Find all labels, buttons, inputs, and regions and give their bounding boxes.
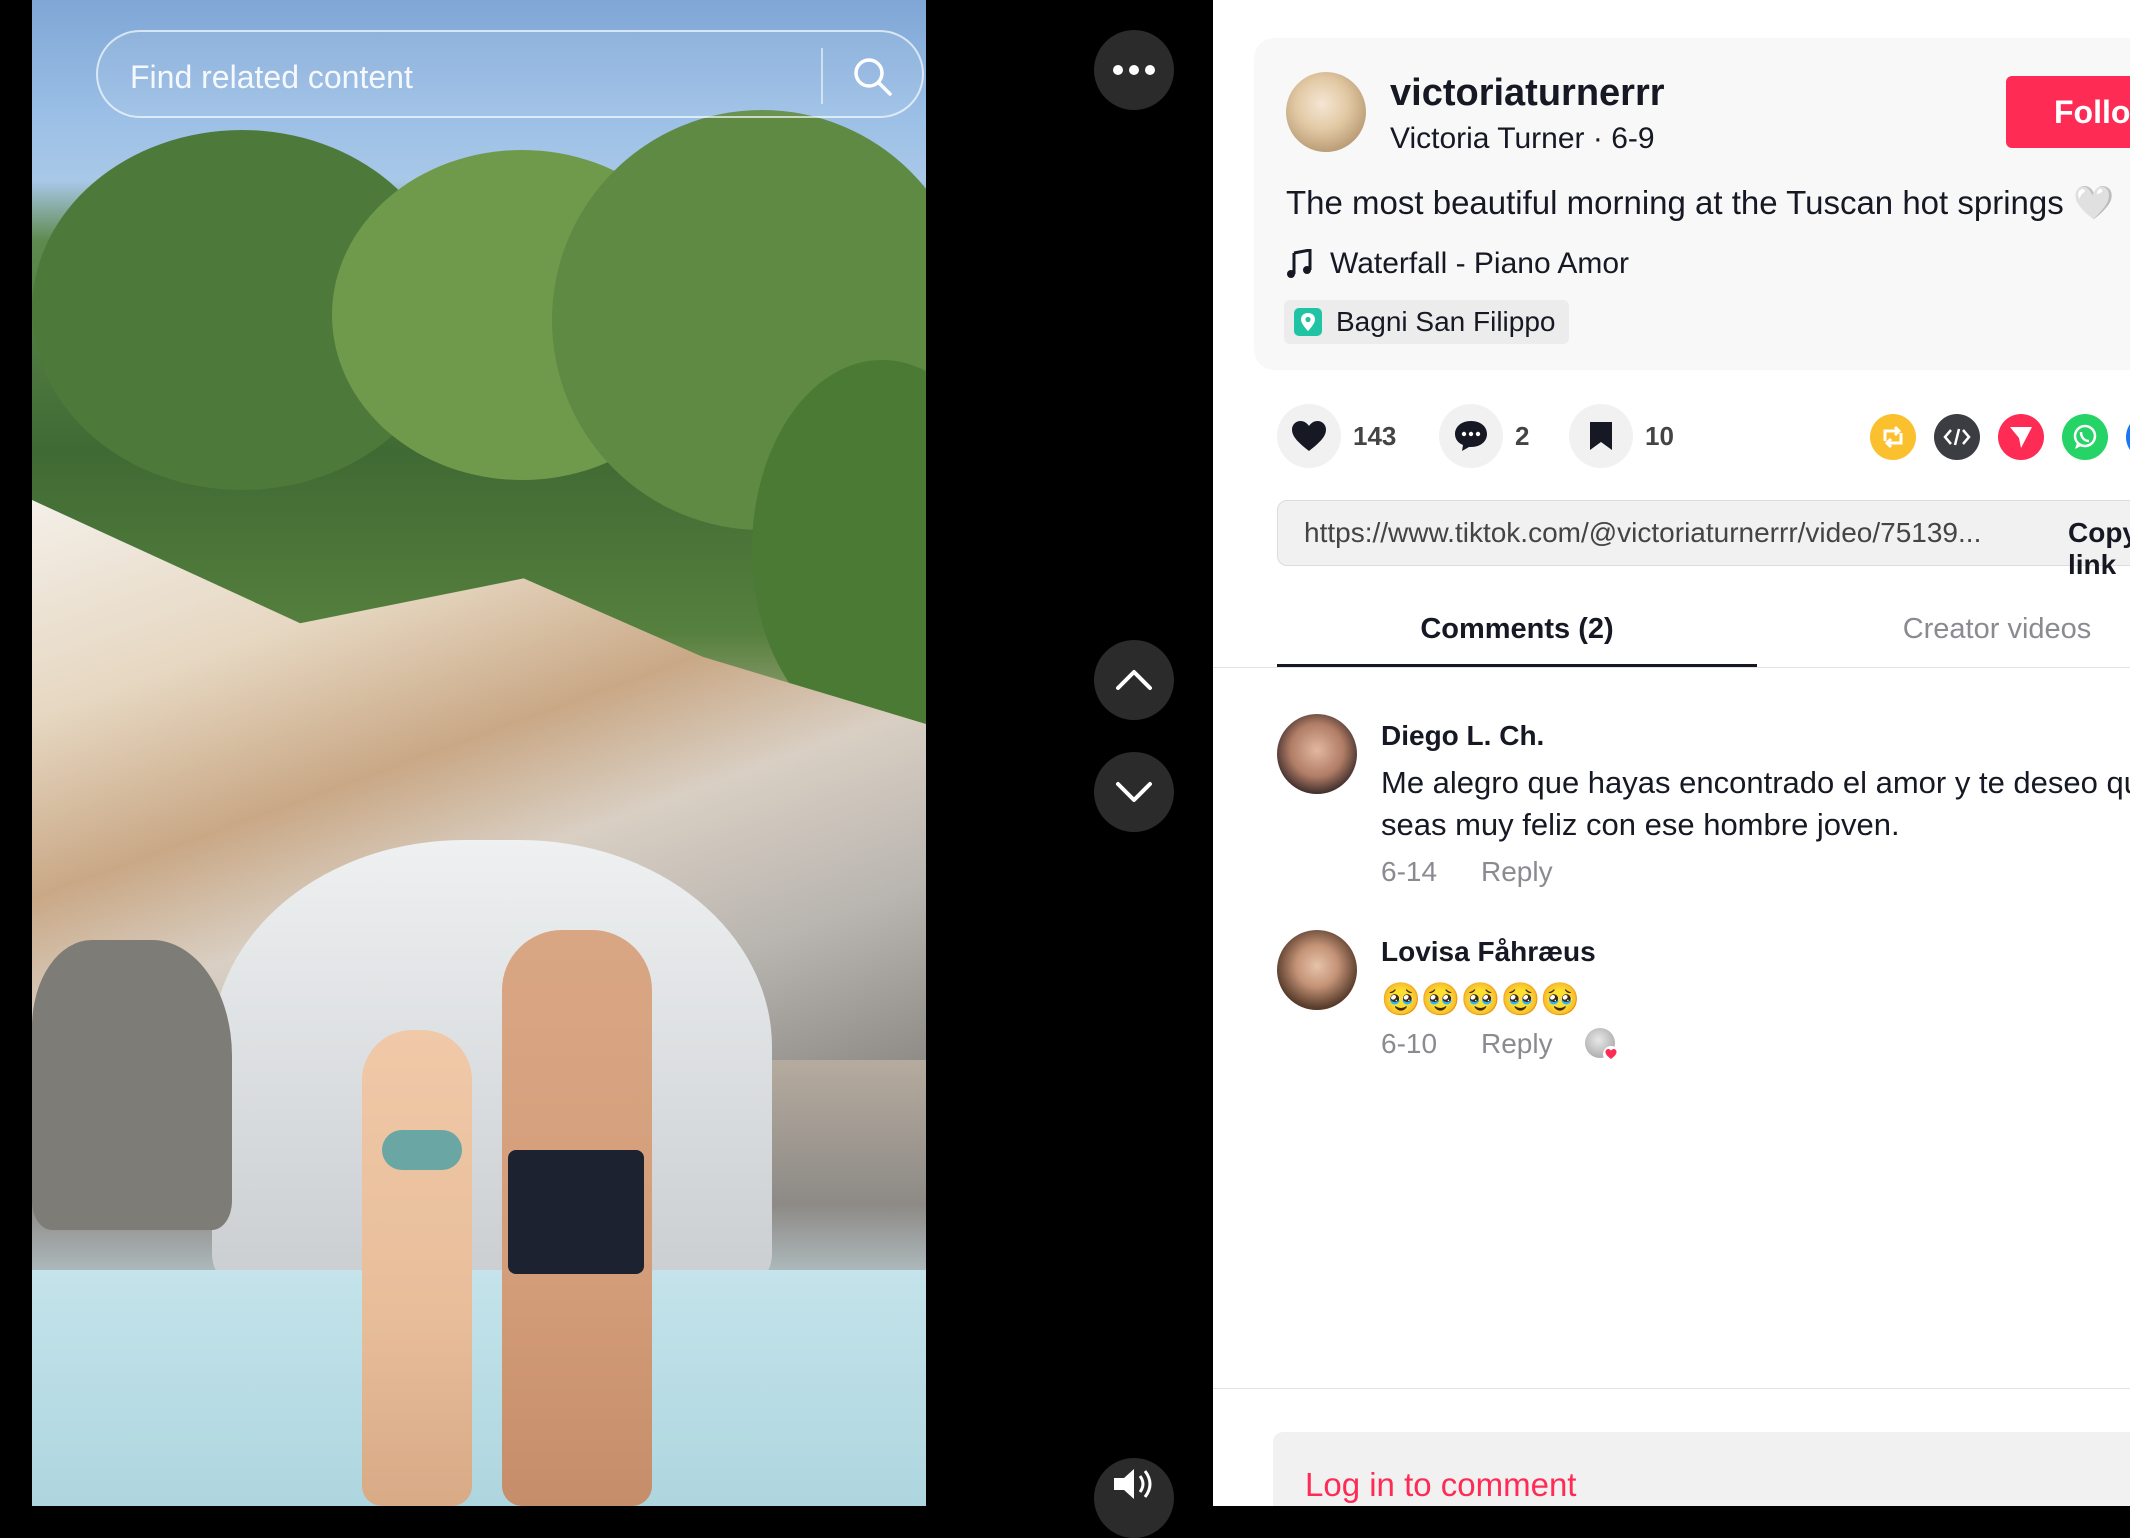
search-divider	[821, 48, 823, 104]
commenter-avatar[interactable]	[1277, 714, 1357, 794]
whatsapp-share-button[interactable]	[2062, 414, 2108, 460]
creator-liked-badge	[1585, 1028, 1619, 1062]
chevron-down-icon	[1116, 782, 1152, 802]
commenter-name[interactable]: Diego L. Ch.	[1381, 720, 1544, 752]
commenter-avatar[interactable]	[1277, 930, 1357, 1010]
speaker-icon	[1114, 1469, 1152, 1499]
search-box[interactable]	[96, 30, 924, 118]
comment-bubble-icon	[1455, 421, 1487, 451]
hot-spring-pool	[32, 1270, 926, 1506]
comment-input-bar[interactable]: Log in to comment	[1273, 1432, 2130, 1506]
link-box: https://www.tiktok.com/@victoriaturnerrr…	[1277, 500, 2130, 580]
like-action[interactable]: 143	[1277, 404, 1396, 468]
more-options-button[interactable]	[1094, 30, 1174, 110]
copy-link-button[interactable]: Copy link	[2068, 517, 2130, 581]
like-count: 143	[1353, 420, 1397, 451]
reply-button[interactable]: Reply	[1481, 856, 1553, 888]
location-pin-icon	[1294, 308, 1322, 336]
comment-date: 6-14	[1381, 856, 1438, 887]
send-icon	[2010, 427, 2032, 448]
video-stage	[0, 0, 1213, 1538]
comment-item: Lovisa Fåhræus 🥹🥹🥹🥹🥹 6-10 Reply	[1277, 930, 2130, 1070]
woman-swimsuit	[382, 1130, 462, 1170]
repost-icon	[1883, 425, 1903, 449]
save-count: 10	[1645, 420, 1674, 451]
comment-count: 2	[1515, 420, 1530, 451]
embed-icon	[1943, 428, 1971, 446]
post-info-card: victoriaturnerrr Victoria Turner · 6-9 F…	[1254, 38, 2130, 370]
author-meta: Victoria Turner · 6-9	[1390, 122, 1655, 156]
tabs-divider	[1213, 667, 2130, 668]
caption-emoji: 🤍	[2072, 184, 2115, 221]
tab-creator-videos[interactable]: Creator videos	[1757, 604, 2130, 668]
heart-icon	[1292, 421, 1326, 451]
search-input[interactable]	[128, 56, 832, 98]
repost-button[interactable]	[1870, 414, 1916, 460]
comment-text: 🥹🥹🥹🥹🥹	[1381, 981, 1581, 1017]
music-note-icon	[1287, 249, 1312, 278]
video-link-url[interactable]: https://www.tiktok.com/@victoriaturnerrr…	[1304, 517, 1981, 549]
reply-button[interactable]: Reply	[1481, 1028, 1553, 1060]
music-row[interactable]: Waterfall - Piano Amor	[1286, 244, 1629, 284]
bookmark-icon	[1590, 422, 1612, 450]
meta-separator: ·	[1592, 122, 1603, 155]
tab-bar: Comments (2) Creator videos	[1277, 604, 2130, 668]
music-title: Waterfall - Piano Amor	[1330, 247, 1629, 280]
caption-text: The most beautiful morning at the Tuscan…	[1286, 184, 2064, 221]
follow-button[interactable]: Follow	[2006, 76, 2130, 148]
man-shorts	[508, 1150, 644, 1274]
author-display-name: Victoria Turner	[1390, 122, 1585, 155]
previous-video-button[interactable]	[1094, 640, 1174, 720]
post-caption: The most beautiful morning at the Tuscan…	[1286, 184, 2114, 223]
left-boulder	[32, 940, 232, 1230]
like-button[interactable]	[1277, 404, 1341, 468]
bottom-divider	[1213, 1388, 2130, 1389]
location-name: Bagni San Filippo	[1336, 306, 1556, 337]
save-action[interactable]: 10	[1569, 404, 1674, 468]
search-icon[interactable]	[850, 54, 894, 98]
comment-action[interactable]: 2	[1439, 404, 1529, 468]
author-username[interactable]: victoriaturnerrr	[1390, 72, 1665, 115]
heart-badge-icon	[1603, 1046, 1619, 1062]
volume-button[interactable]	[1094, 1458, 1174, 1538]
video-player[interactable]	[32, 0, 926, 1506]
white-rock-flow	[212, 840, 772, 1300]
post-date: 6-9	[1611, 122, 1655, 155]
send-to-friends-button[interactable]	[1998, 414, 2044, 460]
more-dots-icon	[1113, 65, 1155, 75]
comment-text: Me alegro que hayas encontrado el amor y…	[1381, 765, 2130, 842]
more-share-button[interactable]	[2126, 414, 2130, 460]
author-avatar[interactable]	[1286, 72, 1366, 152]
commenter-name[interactable]: Lovisa Fåhræus	[1381, 936, 1596, 968]
save-button[interactable]	[1569, 404, 1633, 468]
next-video-button[interactable]	[1094, 752, 1174, 832]
tab-comments[interactable]: Comments (2)	[1277, 604, 1757, 668]
login-to-comment-link[interactable]: Log in to comment	[1305, 1466, 1576, 1504]
woman-figure	[362, 1030, 472, 1506]
whatsapp-icon	[2073, 424, 2097, 449]
chevron-up-icon	[1116, 670, 1152, 690]
comment-date: 6-10	[1381, 1028, 1438, 1059]
embed-button[interactable]	[1934, 414, 1980, 460]
details-panel: victoriaturnerrr Victoria Turner · 6-9 F…	[1213, 0, 2130, 1506]
location-chip[interactable]: Bagni San Filippo	[1284, 300, 1570, 344]
comment-button[interactable]	[1439, 404, 1503, 468]
comment-item: Diego L. Ch. Me alegro que hayas encontr…	[1277, 714, 2130, 894]
